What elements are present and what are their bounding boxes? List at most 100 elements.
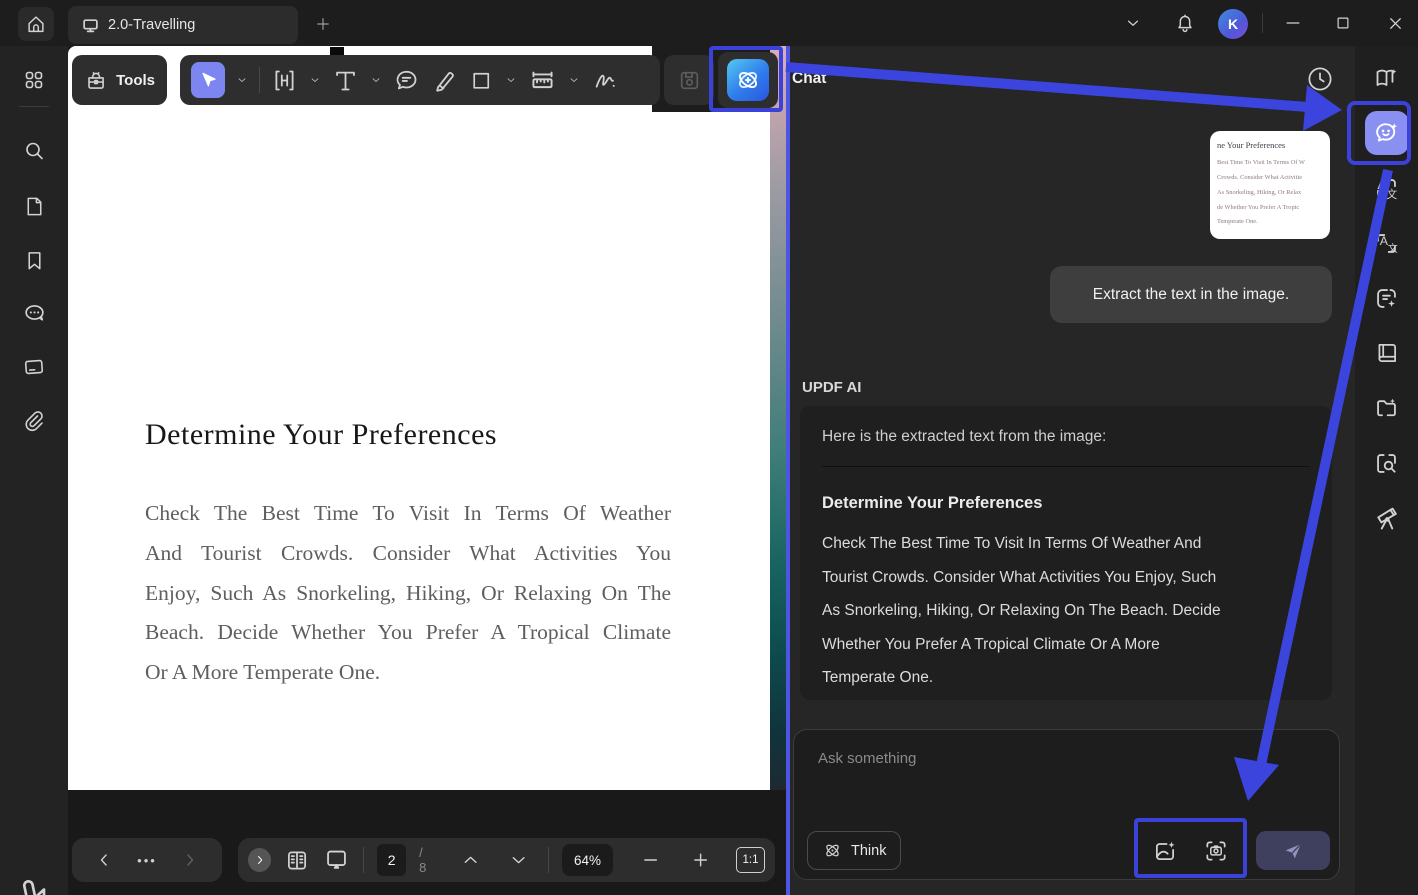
titlebar: 2.0-Travelling K (0, 0, 1418, 46)
chat-panel-title: Chat (792, 70, 827, 87)
chat-history-button[interactable] (1304, 63, 1336, 95)
sidebar-divider (19, 106, 49, 107)
translate-icon: A 文 (1377, 177, 1398, 201)
titlebar-separator (1262, 13, 1263, 33)
expand-toolbar-button[interactable] (248, 848, 272, 872)
user-image-attachment[interactable]: ne Your Preferences Best Time To Visit I… (1210, 131, 1330, 239)
ai-read-button[interactable] (1365, 56, 1409, 100)
new-tab-button[interactable] (312, 13, 334, 35)
document-heading: Determine Your Preferences (145, 418, 498, 451)
sidebar-comments-button[interactable] (14, 293, 54, 333)
text-icon[interactable] (332, 67, 359, 94)
ai-toolbar-highlight-box (709, 46, 783, 112)
thumbnail-panel-icon[interactable] (284, 847, 310, 874)
avatar-initial: K (1227, 16, 1239, 32)
sidebar-pages-button[interactable] (14, 186, 54, 226)
sidebar-search-button[interactable] (14, 131, 54, 171)
comments-icon (24, 304, 44, 321)
document-tab[interactable]: 2.0-Travelling (68, 6, 298, 44)
measure-icon[interactable] (528, 66, 557, 95)
page-total-label: / 8 (419, 845, 427, 875)
zoom-out-minus-icon[interactable] (640, 849, 661, 871)
toolbox-icon (88, 71, 104, 89)
paperclip-icon (25, 411, 43, 432)
sidebar-slides-button[interactable] (14, 347, 54, 387)
edit-heading-icon[interactable] (271, 67, 298, 94)
avatar[interactable]: K (1218, 9, 1248, 39)
maximize-button[interactable] (1326, 7, 1360, 39)
comment-icon[interactable] (393, 67, 420, 94)
updf-logo-button[interactable] (14, 872, 54, 895)
more-pages-button[interactable]: ••• (137, 853, 157, 868)
home-button[interactable] (18, 7, 54, 41)
maximize-icon (1337, 17, 1349, 29)
zoom-level-input[interactable]: 64% (562, 844, 613, 876)
svg-text:文: 文 (1387, 188, 1398, 201)
slide-icon (24, 359, 44, 375)
close-icon (1389, 17, 1401, 29)
reader-mode-button[interactable] (1365, 331, 1409, 375)
tools-menu-button[interactable]: Tools (72, 55, 167, 105)
updf-logo-icon (22, 879, 46, 895)
document-line: And Tourist Crowds. Consider What Activi… (145, 540, 671, 565)
sidebar-apps-button[interactable] (14, 60, 54, 100)
think-mode-button[interactable]: Think (807, 831, 902, 870)
tools-label: Tools (116, 71, 155, 89)
ai-panel-gradient-edge (770, 46, 786, 790)
measure-chevron-icon[interactable] (568, 74, 580, 86)
bookmark-icon (27, 251, 41, 269)
svg-text:A: A (1378, 177, 1387, 192)
right-ai-sidebar: A 文 A 文 (1355, 46, 1418, 895)
shape-square-icon[interactable] (469, 68, 494, 93)
text-chevron-icon[interactable] (370, 74, 382, 86)
edit-chevron-icon[interactable] (309, 74, 321, 86)
ai-extracted-heading: Determine Your Preferences (822, 494, 1043, 512)
prev-page-chevron-icon[interactable] (94, 850, 114, 870)
translate-button[interactable]: A 文 (1365, 166, 1409, 210)
bell-icon (1178, 14, 1192, 33)
send-button[interactable] (1256, 831, 1330, 870)
annotation-toolbar (180, 55, 660, 105)
cursor-icon (202, 72, 216, 87)
home-icon (28, 16, 44, 33)
page-number-input[interactable]: 2 (377, 844, 407, 876)
page-icon (27, 197, 41, 215)
zoom-in-plus-icon[interactable] (690, 849, 711, 871)
page-up-chevron-icon[interactable] (460, 849, 481, 871)
svg-text:文: 文 (1388, 241, 1398, 254)
highlighter-icon[interactable] (431, 67, 458, 94)
left-sidebar (0, 46, 68, 895)
select-tool-chevron-icon[interactable] (236, 74, 248, 86)
present-icon[interactable] (323, 846, 350, 874)
save-icon[interactable] (677, 68, 702, 93)
apps-grid-icon (25, 71, 43, 89)
ai-files-button[interactable] (1365, 386, 1409, 430)
notifications-button[interactable] (1168, 7, 1202, 39)
tab-title: 2.0-Travelling (108, 17, 196, 33)
actual-size-button[interactable]: 1:1 (736, 847, 766, 873)
minimize-button[interactable] (1276, 7, 1310, 39)
shape-chevron-icon[interactable] (505, 74, 517, 86)
doc-search-button[interactable] (1365, 441, 1409, 485)
translate-doc-button[interactable]: A 文 (1365, 221, 1409, 265)
select-tool-button[interactable] (191, 62, 225, 98)
signature-icon[interactable] (591, 67, 618, 94)
close-button[interactable] (1378, 7, 1412, 39)
minimize-icon (1286, 22, 1300, 24)
sidebar-bookmarks-button[interactable] (14, 240, 54, 280)
sidebar-attachments-button[interactable] (14, 401, 54, 441)
titlebar-dropdown-button[interactable] (1116, 7, 1150, 39)
next-page-chevron-icon[interactable] (180, 850, 200, 870)
ai-response-divider (822, 466, 1310, 467)
ai-response-intro: Here is the extracted text from the imag… (822, 428, 1107, 445)
page-down-chevron-icon[interactable] (508, 849, 529, 871)
think-label: Think (851, 842, 887, 859)
camera-highlight-box (1134, 818, 1247, 878)
ai-summarize-button[interactable] (1365, 276, 1409, 320)
tab-monitor-icon (83, 18, 98, 32)
ai-sender-label: UPDF AI (802, 379, 862, 396)
telescope-icon (1376, 507, 1397, 530)
explore-button[interactable] (1365, 496, 1409, 540)
chat-input-field[interactable] (794, 730, 1339, 820)
translate-doc-icon: A 文 (1377, 233, 1398, 254)
